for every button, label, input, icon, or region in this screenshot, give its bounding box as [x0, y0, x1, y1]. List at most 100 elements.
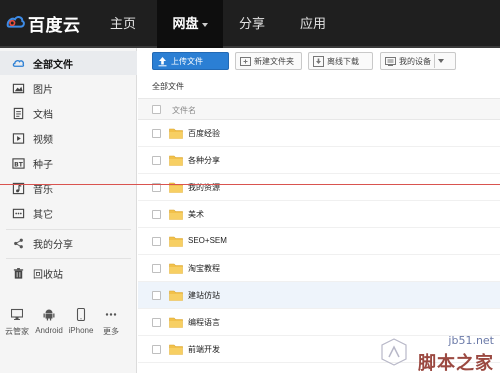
device-label: iPhone — [68, 326, 94, 335]
watermark-logo-icon — [381, 338, 407, 366]
file-name[interactable]: 编程语言 — [188, 317, 220, 328]
row-checkbox[interactable] — [152, 129, 161, 138]
new-folder-icon — [240, 56, 251, 66]
device-label: Android — [35, 326, 63, 335]
folder-icon — [169, 155, 183, 166]
file-row[interactable]: 编程语言 — [138, 309, 500, 336]
device-label: 更多 — [103, 327, 119, 336]
nav-netdisk[interactable]: 网盘 — [157, 0, 223, 48]
file-name[interactable]: 前端开发 — [188, 344, 220, 355]
file-name[interactable]: 美术 — [188, 209, 204, 220]
file-name[interactable]: 淘宝教程 — [188, 263, 220, 274]
row-checkbox[interactable] — [152, 237, 161, 246]
device-cloud-manager[interactable]: 云管家 — [0, 306, 34, 337]
button-separator — [434, 54, 435, 68]
file-row[interactable]: 各种分享 — [138, 147, 500, 174]
file-name[interactable]: SEO+SEM — [188, 236, 227, 245]
row-checkbox[interactable] — [152, 291, 161, 300]
my-devices-button[interactable]: 我的设备 — [380, 52, 456, 70]
file-list-header: 文件名 — [138, 98, 500, 120]
file-row[interactable]: 淘宝教程 — [138, 255, 500, 282]
device-iphone[interactable]: iPhone — [64, 306, 98, 335]
sidebar-item-label: 音乐 — [33, 184, 53, 196]
select-all-checkbox[interactable] — [152, 105, 161, 114]
baidu-cloud-logo[interactable]: 百度云 — [4, 11, 81, 35]
device-links: 云管家 Android iPhone 更多 — [0, 306, 137, 346]
cloud-logo-icon — [6, 16, 25, 28]
row-checkbox[interactable] — [152, 210, 161, 219]
video-icon — [11, 131, 25, 145]
watermark-brand: 脚本之家 — [418, 353, 494, 373]
sidebar-item-music[interactable]: 音乐 — [0, 176, 137, 200]
red-guide-line — [0, 184, 500, 185]
sidebar-divider — [6, 258, 131, 259]
sidebar-item-label: 我的分享 — [33, 239, 73, 251]
device-more[interactable]: 更多 — [94, 306, 128, 337]
upload-file-label: 上传文件 — [171, 56, 203, 66]
file-row[interactable]: 美术 — [138, 201, 500, 228]
file-row[interactable]: SEO+SEM — [138, 228, 500, 255]
share-icon — [11, 236, 25, 250]
android-icon — [32, 306, 66, 322]
sidebar-item-images[interactable]: 图片 — [0, 76, 137, 100]
nav-share[interactable]: 分享 — [226, 0, 278, 48]
file-name[interactable]: 百度经验 — [188, 128, 220, 139]
chevron-down-icon — [201, 22, 208, 27]
logo-text: 百度云 — [28, 15, 81, 35]
folder-icon — [169, 182, 183, 193]
sidebar-item-documents[interactable]: 文档 — [0, 101, 137, 125]
file-name[interactable]: 建站仿站 — [188, 290, 220, 301]
new-folder-button[interactable]: 新建文件夹 — [235, 52, 302, 70]
offline-download-label: 离线下载 — [327, 56, 359, 66]
device-android[interactable]: Android — [32, 306, 66, 335]
my-devices-label: 我的设备 — [399, 56, 431, 66]
sidebar-item-label: 全部文件 — [33, 59, 73, 71]
image-icon — [11, 81, 25, 95]
chevron-down-icon[interactable] — [438, 59, 444, 63]
file-row[interactable]: 建站仿站 — [138, 282, 500, 309]
nav-home[interactable]: 主页 — [92, 0, 154, 48]
bt-icon: BT — [11, 156, 25, 170]
file-row[interactable]: 我的资源 — [138, 174, 500, 201]
sidebar-item-label: 视频 — [33, 134, 53, 146]
ellipsis-icon — [94, 306, 128, 322]
row-checkbox[interactable] — [152, 264, 161, 273]
file-row[interactable]: 百度经验 — [138, 120, 500, 147]
sidebar-item-my-shares[interactable]: 我的分享 — [0, 231, 137, 255]
sidebar-item-label: 文档 — [33, 109, 53, 121]
monitor-icon — [0, 306, 34, 322]
folder-icon — [169, 263, 183, 274]
sidebar-item-other[interactable]: 其它 — [0, 201, 137, 225]
sidebar-item-label: 图片 — [33, 84, 53, 96]
iphone-icon — [64, 306, 98, 322]
sidebar-item-videos[interactable]: 视频 — [0, 126, 137, 150]
row-checkbox[interactable] — [152, 345, 161, 354]
row-checkbox[interactable] — [152, 318, 161, 327]
new-folder-label: 新建文件夹 — [254, 56, 294, 66]
sidebar-item-label: 回收站 — [33, 269, 63, 281]
svg-text:BT: BT — [14, 161, 24, 168]
sidebar-item-torrents[interactable]: BT 种子 — [0, 151, 137, 175]
sidebar-item-all-files[interactable]: 全部文件 — [0, 51, 137, 75]
device-icon — [385, 56, 396, 66]
folder-icon — [169, 209, 183, 220]
sidebar-item-label: 种子 — [33, 159, 53, 171]
offline-download-button[interactable]: 离线下载 — [308, 52, 373, 70]
more-icon — [11, 206, 25, 220]
row-checkbox[interactable] — [152, 156, 161, 165]
sidebar: 全部文件 图片 文档 视频 BT 种子 音乐 其它 我的分享 回收站 云管家 A… — [0, 48, 137, 373]
toolbar: 上传文件 新建文件夹 离线下载 我的设备 — [138, 48, 500, 74]
download-icon — [313, 55, 324, 67]
column-header-filename[interactable]: 文件名 — [172, 105, 196, 116]
file-browser: 上传文件 新建文件夹 离线下载 我的设备 全部文件 文件名 百度经验 各种分享 我的… — [138, 48, 500, 373]
folder-icon — [169, 317, 183, 328]
device-label: 云管家 — [5, 327, 29, 336]
nav-apps[interactable]: 应用 — [287, 0, 339, 48]
file-name[interactable]: 各种分享 — [188, 155, 220, 166]
sidebar-item-recycle-bin[interactable]: 回收站 — [0, 261, 137, 285]
folder-icon — [169, 236, 183, 247]
upload-icon — [158, 56, 167, 66]
breadcrumb[interactable]: 全部文件 — [152, 81, 184, 92]
upload-file-button[interactable]: 上传文件 — [152, 52, 229, 70]
folder-icon — [169, 290, 183, 301]
